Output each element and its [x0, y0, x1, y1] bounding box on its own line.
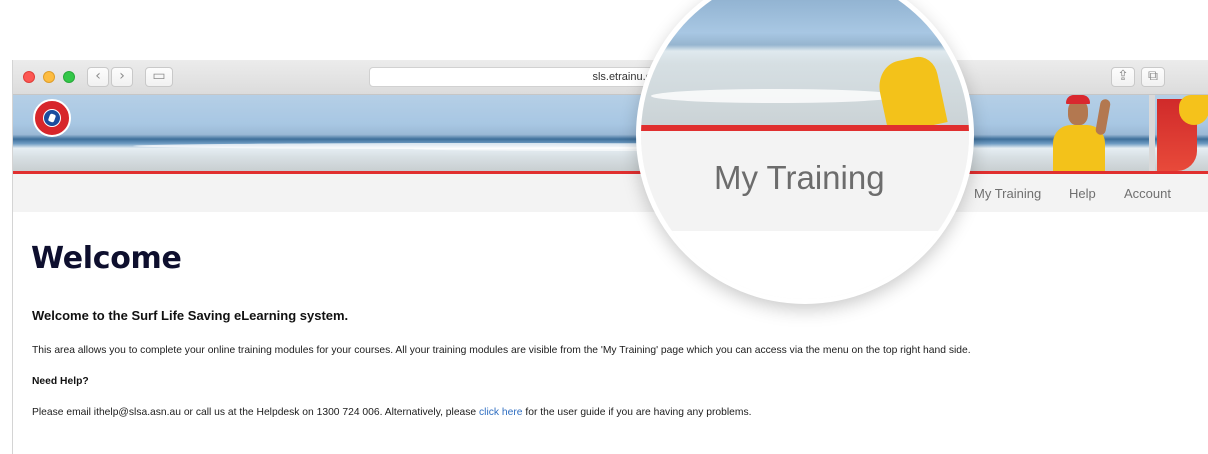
flag-pole — [1149, 95, 1155, 171]
lifeguard-cap — [1066, 95, 1090, 104]
help-text-start: Please email ithelp@slsa.asn.au or call … — [32, 407, 480, 418]
magnified-content — [641, 231, 969, 299]
welcome-subtitle: Welcome to the Surf Life Saving eLearnin… — [32, 308, 349, 323]
help-text: Please email ithelp@slsa.asn.au or call … — [32, 407, 751, 418]
logo-emblem — [43, 109, 61, 127]
lifeguard-arm — [1094, 98, 1112, 136]
nav-help[interactable]: Help — [1069, 186, 1096, 201]
top-nav: My Training Help Account — [13, 174, 1208, 212]
show-tabs-button[interactable]: ⧉ — [1141, 67, 1165, 87]
forward-button[interactable]: › — [111, 67, 133, 87]
surf-life-saving-logo-icon[interactable] — [33, 99, 71, 137]
sidebar-toggle-button[interactable]: ▭ — [145, 67, 173, 87]
browser-toolbar: ‹ › ▭ sls.etrainu.com/training ⇪ ⧉ — [13, 60, 1208, 95]
flag-yellow — [1179, 95, 1208, 125]
lifeguard-image — [1043, 95, 1113, 171]
patrol-flag-image — [1149, 95, 1208, 171]
nav-my-training[interactable]: My Training — [974, 186, 1041, 201]
maximize-window-icon[interactable] — [63, 71, 75, 83]
nav-account[interactable]: Account — [1124, 186, 1171, 201]
magnified-wave — [651, 89, 901, 103]
page-title: Welcome — [31, 241, 182, 276]
back-button[interactable]: ‹ — [87, 67, 109, 87]
close-window-icon[interactable] — [23, 71, 35, 83]
user-guide-link[interactable]: click here — [479, 407, 523, 418]
header-banner — [13, 95, 1208, 171]
browser-window: ‹ › ▭ sls.etrainu.com/training ⇪ ⧉ My Tr… — [12, 60, 1208, 454]
intro-text: This area allows you to complete your on… — [32, 345, 971, 356]
magnifier-callout: My Training — [641, 0, 969, 299]
magnified-my-training: My Training — [714, 159, 885, 196]
need-help-heading: Need Help? — [32, 376, 89, 387]
help-text-end: for the user guide if you are having any… — [522, 407, 752, 418]
share-button[interactable]: ⇪ — [1111, 67, 1135, 87]
minimize-window-icon[interactable] — [43, 71, 55, 83]
